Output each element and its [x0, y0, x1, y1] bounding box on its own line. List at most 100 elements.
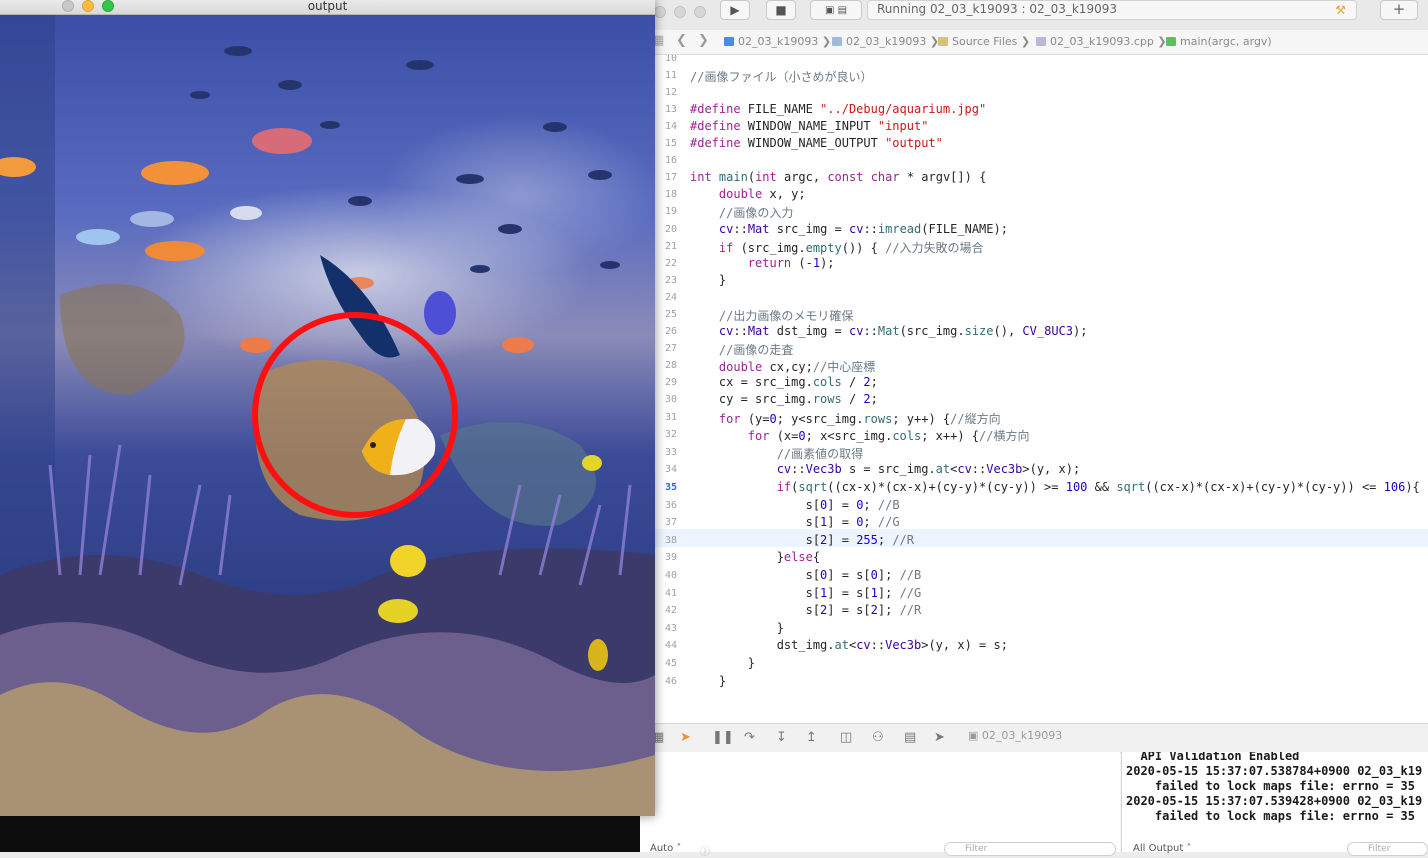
simulate-location-icon[interactable]: ➤ — [934, 730, 945, 745]
code-line[interactable]: } — [690, 273, 726, 287]
line-number[interactable]: 15 — [655, 138, 677, 149]
step-into-icon[interactable]: ↧ — [776, 730, 787, 745]
line-number[interactable]: 46 — [655, 676, 677, 687]
minimize-button[interactable] — [82, 0, 94, 12]
opencv-output-window[interactable]: output — [0, 0, 655, 816]
line-number[interactable]: 30 — [655, 394, 677, 405]
code-line[interactable]: #define WINDOW_NAME_INPUT "input" — [690, 119, 928, 133]
code-line[interactable]: s[0] = 0; //B — [690, 498, 900, 512]
code-line[interactable]: //出力画像のメモリ確保 — [690, 307, 853, 324]
zoom-button[interactable] — [694, 6, 706, 18]
close-button[interactable] — [654, 6, 666, 18]
code-line[interactable]: cv::Vec3b s = src_img.at<cv::Vec3b>(y, x… — [690, 462, 1080, 476]
step-out-icon[interactable]: ↥ — [806, 730, 817, 745]
code-line[interactable]: s[0] = s[0]; //B — [690, 568, 922, 582]
code-line[interactable]: //画像ファイル（小さめが良い） — [690, 68, 872, 85]
code-line[interactable]: //画素値の取得 — [690, 445, 863, 462]
line-number[interactable]: 14 — [655, 121, 677, 132]
console-output[interactable]: API Validation Enabled 2020-05-15 15:37:… — [1121, 752, 1428, 852]
breadcrumb-source-files[interactable]: Source Files ❯ — [938, 35, 1030, 48]
code-line[interactable]: } — [690, 621, 784, 635]
line-number[interactable]: 43 — [655, 623, 677, 634]
step-over-icon[interactable]: ↷ — [744, 730, 755, 745]
breadcrumb-project[interactable]: 02_03_k19093 ❯ — [724, 35, 831, 48]
zoom-button[interactable] — [102, 0, 114, 12]
console-scope-selector[interactable]: All Output ˄ — [1133, 843, 1192, 854]
line-number[interactable]: 31 — [655, 412, 677, 423]
code-line[interactable]: } — [690, 674, 726, 688]
code-line[interactable]: cx = src_img.cols / 2; — [690, 375, 878, 389]
line-number[interactable]: 42 — [655, 605, 677, 616]
code-line[interactable]: double x, y; — [690, 187, 806, 201]
line-number[interactable]: 32 — [655, 429, 677, 440]
view-hierarchy-icon[interactable]: ◫ — [840, 730, 852, 745]
line-number[interactable]: 22 — [655, 258, 677, 269]
line-number[interactable]: 44 — [655, 640, 677, 651]
code-line[interactable]: }else{ — [690, 550, 820, 564]
back-arrow-icon[interactable]: ❮ — [676, 33, 687, 48]
line-number[interactable]: 41 — [655, 588, 677, 599]
code-line[interactable]: for (x=0; x<src_img.cols; x++) {//横方向 — [690, 427, 1030, 444]
add-tab-button[interactable]: + — [1380, 0, 1418, 20]
code-line[interactable]: int main(int argc, const char * argv[]) … — [690, 170, 986, 184]
line-number[interactable]: 23 — [655, 275, 677, 286]
line-number[interactable]: 20 — [655, 224, 677, 235]
line-number[interactable]: 11 — [655, 70, 677, 81]
breakpoints-toggle-icon[interactable]: ➤ — [680, 730, 691, 745]
variables-scope-selector[interactable]: Auto ˄ — [650, 843, 681, 854]
line-number[interactable]: 13 — [655, 104, 677, 115]
line-number[interactable]: 19 — [655, 206, 677, 217]
line-number[interactable]: 38 — [655, 535, 677, 546]
line-number[interactable]: 45 — [655, 658, 677, 669]
code-line[interactable]: cv::Mat src_img = cv::imread(FILE_NAME); — [690, 222, 1008, 236]
stop-button[interactable]: ■ — [766, 0, 796, 20]
run-button[interactable]: ▶ — [720, 0, 750, 20]
environment-overrides-icon[interactable]: ▤ — [904, 730, 916, 745]
minimize-button[interactable] — [674, 6, 686, 18]
line-number[interactable]: 40 — [655, 570, 677, 581]
line-number[interactable]: 33 — [655, 447, 677, 458]
code-line[interactable]: double cx,cy;//中心座標 — [690, 358, 875, 375]
source-editor[interactable]: 10 11 //画像ファイル（小さめが良い） 12 13 #define FILE_NAM… — [655, 55, 1428, 723]
code-line[interactable]: return (-1); — [690, 256, 835, 270]
breadcrumb-function[interactable]: main(argc, argv) — [1166, 35, 1272, 48]
code-line[interactable]: cv::Mat dst_img = cv::Mat(src_img.size()… — [690, 324, 1088, 338]
window-titlebar[interactable]: output — [0, 0, 655, 15]
code-line[interactable]: s[1] = s[1]; //G — [690, 586, 922, 600]
breadcrumb-file[interactable]: 02_03_k19093.cpp ❯ — [1036, 35, 1167, 48]
code-line[interactable]: } — [690, 656, 755, 670]
line-number[interactable]: 29 — [655, 377, 677, 388]
line-number[interactable]: 37 — [655, 517, 677, 528]
code-line[interactable]: if (src_img.empty()) { //入力失敗の場合 — [690, 239, 984, 256]
line-number[interactable]: 36 — [655, 500, 677, 511]
code-line[interactable]: for (y=0; y<src_img.rows; y++) {//縦方向 — [690, 410, 1001, 427]
line-number[interactable]: 35 — [655, 482, 677, 493]
code-line[interactable]: s[2] = s[2]; //R — [690, 603, 922, 617]
line-number[interactable]: 16 — [655, 155, 677, 166]
console-filter-field[interactable]: Filter — [1347, 842, 1428, 856]
code-line[interactable]: //画像の入力 — [690, 204, 793, 221]
line-number[interactable]: 17 — [655, 172, 677, 183]
line-number[interactable]: 21 — [655, 241, 677, 252]
variables-view[interactable] — [640, 752, 1120, 852]
code-line[interactable]: #define FILE_NAME "../Debug/aquarium.jpg… — [690, 102, 986, 116]
line-number[interactable]: 26 — [655, 326, 677, 337]
forward-arrow-icon[interactable]: ❯ — [698, 33, 709, 48]
line-number[interactable]: 12 — [655, 87, 677, 98]
line-number[interactable]: 34 — [655, 464, 677, 475]
info-icon[interactable]: ⓘ — [700, 843, 710, 858]
code-line[interactable]: //画像の走査 — [690, 341, 793, 358]
variables-filter-field[interactable]: Filter — [944, 842, 1116, 856]
line-number[interactable]: 24 — [655, 292, 677, 303]
line-number[interactable]: 39 — [655, 552, 677, 563]
code-line[interactable]: if(sqrt((cx-x)*(cx-x)+(cy-y)*(cy-y)) >= … — [690, 480, 1420, 494]
line-number[interactable]: 18 — [655, 189, 677, 200]
line-number[interactable]: 25 — [655, 309, 677, 320]
close-button[interactable] — [62, 0, 74, 12]
scheme-selector[interactable]: ▣ ▤ — [810, 0, 862, 20]
line-number[interactable]: 27 — [655, 343, 677, 354]
line-number[interactable]: 10 — [655, 55, 677, 64]
code-line[interactable]: dst_img.at<cv::Vec3b>(y, x) = s; — [690, 638, 1008, 652]
breadcrumb-group[interactable]: 02_03_k19093 ❯ — [832, 35, 939, 48]
code-line[interactable]: s[2] = 255; //R — [690, 533, 914, 547]
